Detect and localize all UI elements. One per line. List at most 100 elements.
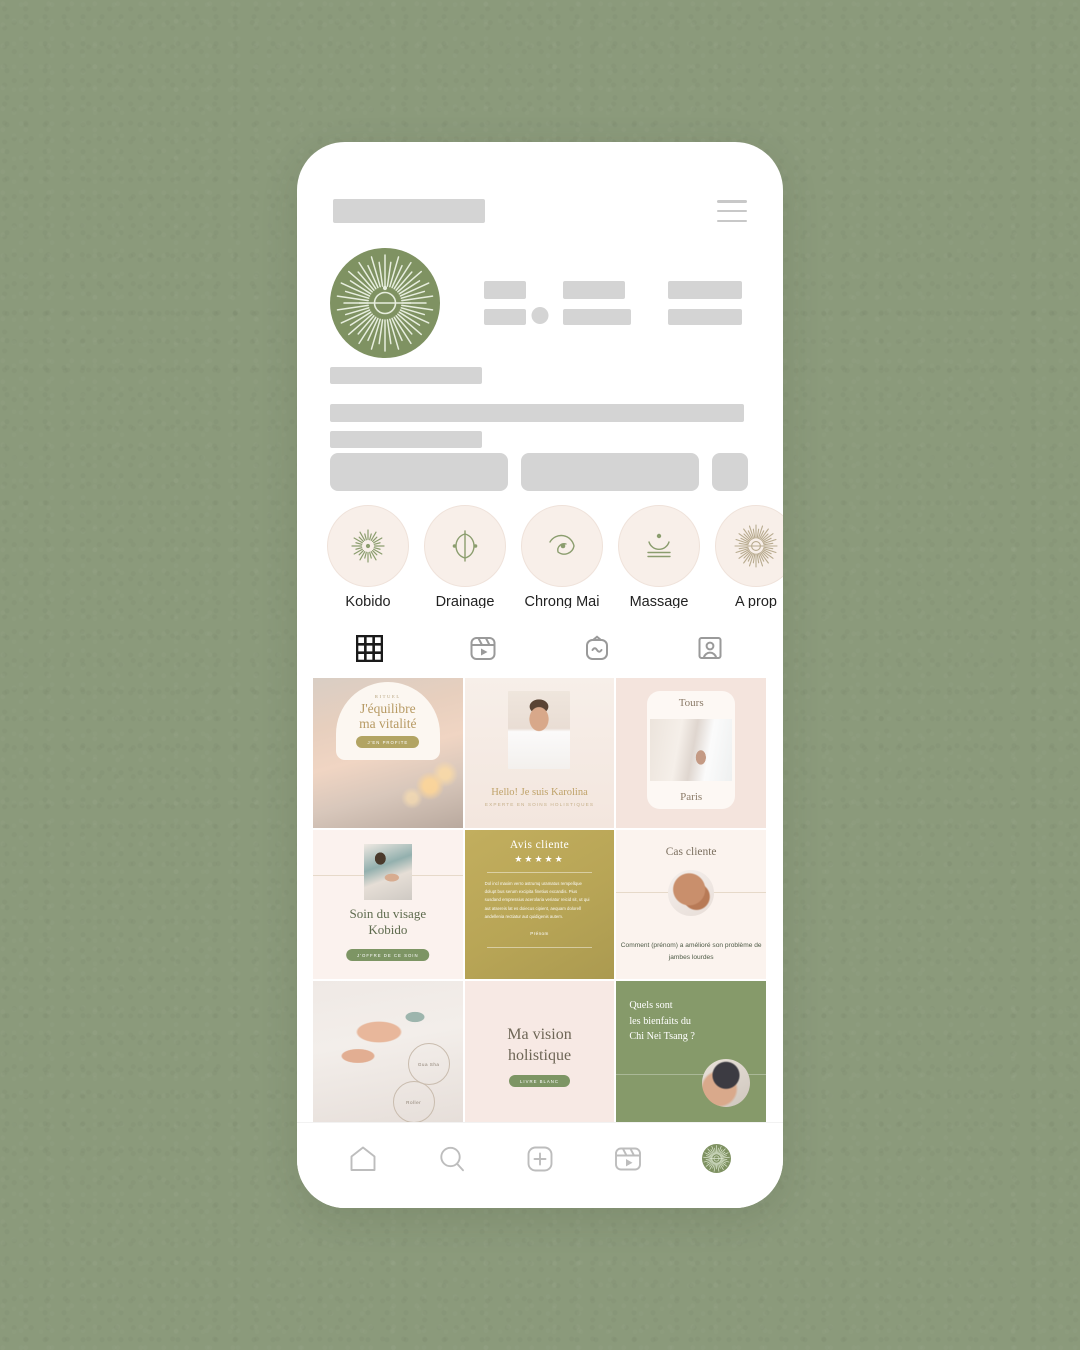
divider (486, 946, 593, 948)
tab-igtv[interactable] (540, 634, 654, 662)
post-tile[interactable]: Quels sont les bienfaits du Chi Nei Tsan… (616, 981, 766, 1132)
rating-stars: ★★★★★ (514, 853, 565, 864)
profile-header-row (330, 245, 750, 360)
post-background: Avis cliente ★★★★★ Dol incl maxim verro … (464, 829, 615, 980)
divider (486, 871, 593, 873)
stat-followers[interactable] (563, 280, 631, 325)
plus-square-icon (527, 1146, 553, 1171)
highlight-chrong-mai[interactable]: Chrong Mai (521, 505, 603, 608)
bio-line-3 (330, 431, 482, 448)
nav-reels[interactable] (606, 1137, 650, 1181)
highlight-drainage[interactable]: Drainage (424, 505, 506, 608)
post-line-3: Chi Nei Tsang ? (629, 1031, 695, 1043)
post-photo-room (650, 719, 733, 781)
post-photo-kobido (363, 843, 412, 900)
post-subtitle: EXPERTE EN SOINS HOLISTIQUES (484, 801, 595, 807)
hamburger-menu-icon[interactable] (717, 200, 747, 222)
post-title-line-2: Kobido (368, 921, 408, 937)
highlight-label: Kobido (345, 594, 391, 608)
sunburst-logo-icon (336, 253, 434, 352)
follow-button-placeholder[interactable] (330, 453, 508, 491)
post-tag-guasha[interactable]: Gua Sha (407, 1043, 450, 1086)
story-highlights[interactable]: Kobido Drainage Chrong Mai Massage A pro… (327, 505, 783, 608)
post-kicker: RITUEL (374, 693, 401, 699)
phone-mockup: Kobido Drainage Chrong Mai Massage A pro… (297, 142, 783, 1208)
stat-following[interactable] (668, 280, 742, 325)
post-tile[interactable]: Cas cliente Comment (prénom) a amélioré … (616, 829, 766, 980)
username-placeholder (333, 199, 485, 223)
post-tile[interactable]: Gua Sha Roller (313, 981, 463, 1132)
post-title-line-1: Ma vision (507, 1025, 572, 1043)
post-cta-button[interactable]: J'EN PROFITE (356, 736, 420, 749)
post-tag-roller[interactable]: Roller (392, 1081, 435, 1124)
profile-action-buttons (330, 453, 750, 491)
highlight-label: Chrong Mai (524, 594, 600, 608)
post-body: Dol incl maxim verro astrumq uramatus re… (484, 880, 590, 920)
post-cta-button[interactable]: LIVRE BLANC (509, 1075, 570, 1088)
profile-avatar-icon (702, 1144, 732, 1173)
tab-reels[interactable] (427, 634, 541, 662)
post-title: Hello! Je suis Karolina (491, 786, 588, 798)
post-title-line-2: ma vitalité (359, 716, 417, 731)
search-icon (439, 1146, 464, 1171)
leaf-split-icon (424, 505, 506, 587)
post-city-bottom: Paris (680, 791, 703, 803)
post-tile[interactable]: Hello! Je suis Karolina EXPERTE EN SOINS… (464, 678, 615, 828)
post-title: Avis cliente (509, 838, 570, 851)
highlight-label: Massage (629, 594, 689, 608)
nav-profile[interactable] (695, 1137, 739, 1181)
post-body: Comment (prénom) a amélioré son problème… (620, 942, 762, 961)
post-tile[interactable]: Tours Paris (616, 678, 766, 828)
nav-create[interactable] (518, 1137, 562, 1181)
nav-home[interactable] (341, 1137, 385, 1181)
message-button-placeholder[interactable] (521, 453, 699, 491)
spiral-orbit-icon (521, 505, 603, 587)
post-photo-portrait (508, 691, 571, 769)
phone-camera-dot (531, 307, 549, 324)
post-line-1: Quels sont (629, 1000, 673, 1012)
sunburst-logo-icon (715, 505, 783, 587)
tagged-person-icon (698, 637, 722, 659)
highlight-a-propos[interactable]: A prop (715, 505, 783, 608)
profile-top-bar (333, 198, 747, 224)
post-city-card: Tours Paris (647, 691, 736, 809)
highlight-massage[interactable]: Massage (618, 505, 700, 608)
tab-tagged[interactable] (654, 634, 768, 662)
post-tile[interactable]: Soin du visage Kobido J'OFFRE DE CE SOIN (313, 829, 463, 980)
suggestions-button-placeholder[interactable] (712, 453, 748, 491)
nav-search[interactable] (430, 1137, 474, 1181)
post-grid[interactable]: RITUEL J'équilibre ma vitalité J'EN PROF… (313, 678, 766, 1132)
igtv-icon (585, 635, 608, 660)
bio-line-1 (330, 367, 482, 384)
post-title: Cas cliente (665, 845, 717, 858)
stat-posts (484, 280, 526, 325)
post-tile[interactable]: RITUEL J'équilibre ma vitalité J'EN PROF… (313, 678, 463, 828)
post-background: Ma vision holistique LIVRE BLANC (464, 981, 615, 1132)
post-tile[interactable]: Avis cliente ★★★★★ Dol incl maxim verro … (464, 829, 615, 980)
post-photo-circle (668, 869, 715, 916)
profile-bio-placeholder (330, 367, 750, 448)
highlight-label: A prop (735, 594, 777, 608)
post-photo-circle (702, 1059, 750, 1108)
highlight-kobido[interactable]: Kobido (327, 505, 409, 608)
post-title-line-1: Soin du visage (349, 905, 427, 921)
post-city-top: Tours (678, 697, 704, 709)
grid-icon (356, 634, 384, 662)
post-tile[interactable]: Ma vision holistique LIVRE BLANC (464, 981, 615, 1132)
bio-line-2 (330, 404, 744, 422)
post-line-2: les bienfaits du (629, 1015, 692, 1027)
home-icon (350, 1146, 376, 1171)
reels-icon (470, 637, 496, 660)
sunburst-dot-icon (327, 505, 409, 587)
bottom-navigation-bar[interactable] (297, 1122, 783, 1208)
post-title-line-2: holistique (507, 1046, 572, 1064)
feed-tab-bar[interactable] (313, 624, 767, 672)
profile-stats (484, 280, 742, 325)
highlight-label: Drainage (435, 594, 495, 608)
post-title-line-1: J'équilibre (359, 700, 416, 716)
tab-grid[interactable] (313, 634, 427, 662)
post-signature: Prénom (530, 930, 549, 936)
avatar[interactable] (330, 247, 440, 358)
post-cta-button[interactable]: J'OFFRE DE CE SOIN (346, 949, 430, 962)
reels-icon (615, 1147, 642, 1170)
